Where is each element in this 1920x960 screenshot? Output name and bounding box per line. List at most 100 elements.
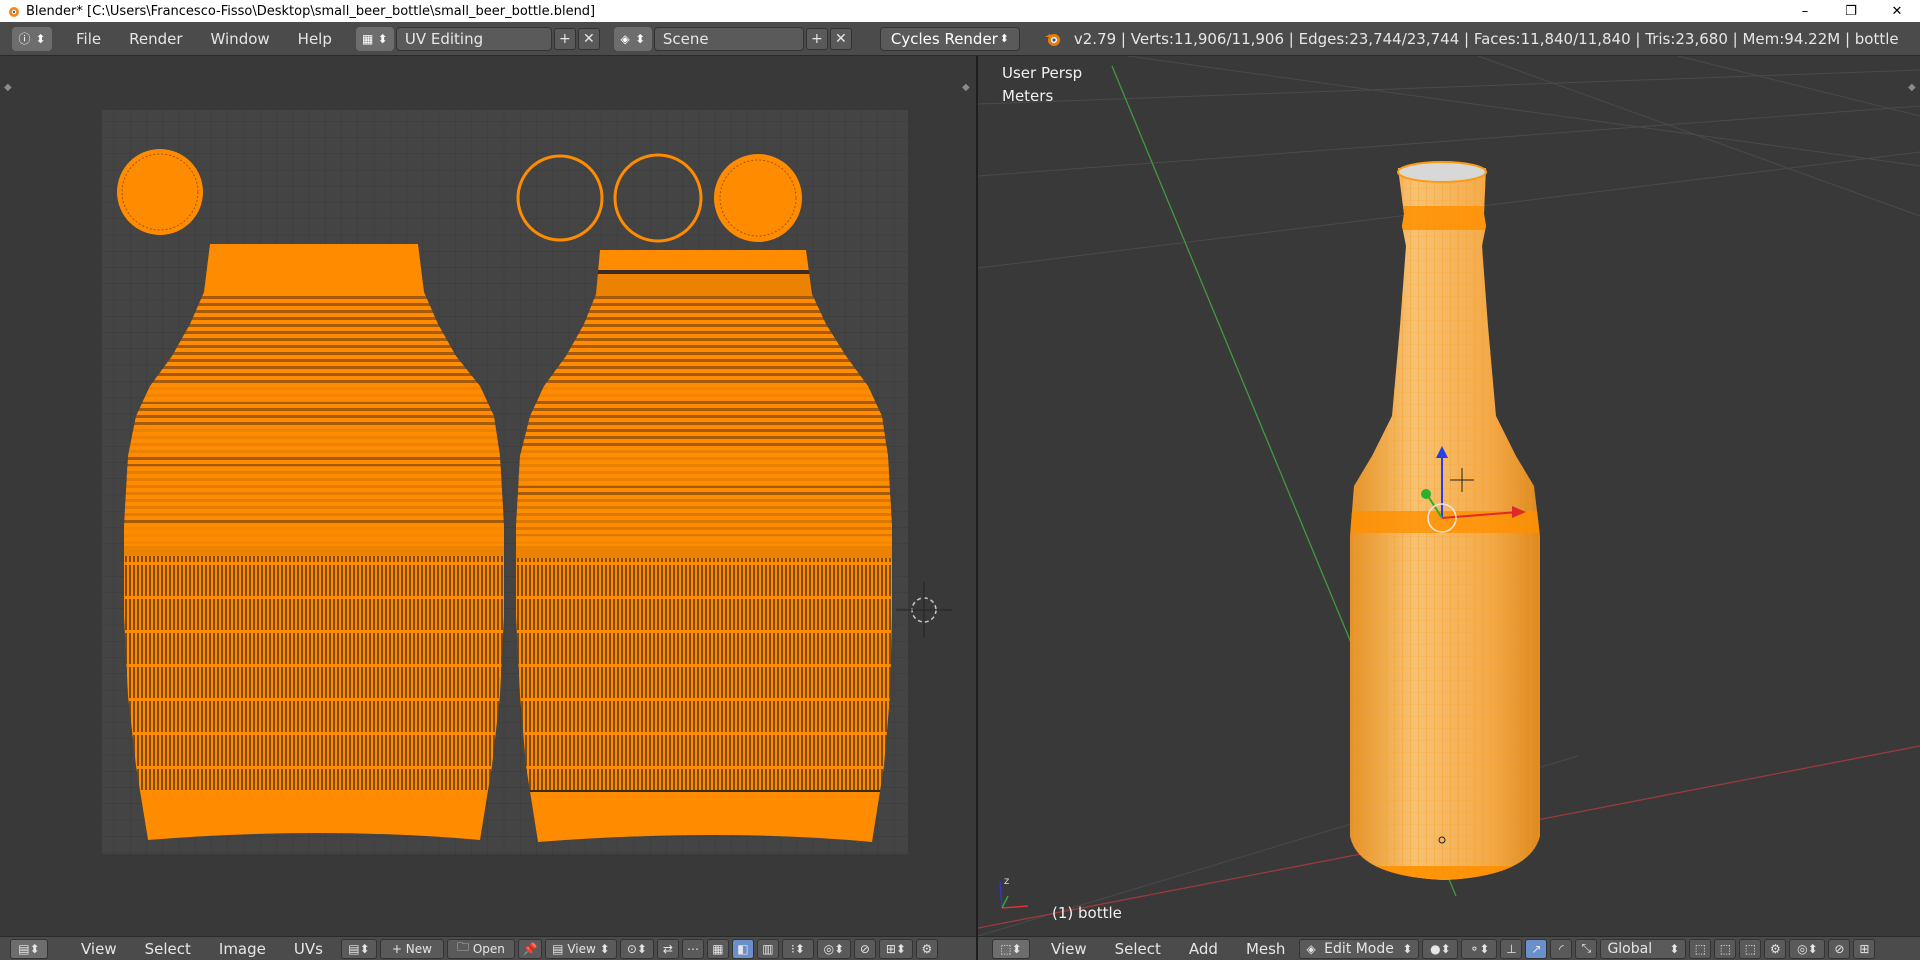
- island-select-icon[interactable]: ▥: [756, 938, 779, 959]
- face-select-mode-icon[interactable]: ⬚: [1739, 938, 1762, 959]
- view-mode-icon: ▤: [552, 941, 568, 956]
- screen-layout-icon: ▦: [362, 31, 374, 46]
- close-icon: ✕: [583, 30, 595, 47]
- uv-menu-select[interactable]: Select: [131, 940, 205, 958]
- info-header: ⓘ ⬍ File Render Window Help ▦ ⬍ UV Editing…: [0, 22, 1920, 56]
- chevron-updown-icon: ⬍: [1402, 941, 1413, 956]
- chevron-updown-icon: ⬍: [35, 31, 46, 46]
- blender-logo-icon: [4, 2, 22, 20]
- view3d-menu-view[interactable]: View: [1037, 940, 1101, 958]
- chevron-updown-icon: ⬍: [635, 31, 646, 46]
- 3d-viewport[interactable]: z ◆ User Persp Meters (1) bottle: [978, 56, 1920, 936]
- minimize-button[interactable]: –: [1782, 0, 1828, 22]
- snap-element-dropdown[interactable]: ⊞⬍: [878, 938, 913, 959]
- rotate-manipulator-icon[interactable]: ◜: [1550, 938, 1573, 959]
- edge-select-icon[interactable]: ▦: [706, 938, 729, 959]
- info-editor-icon: ⓘ: [18, 32, 31, 46]
- scene-field[interactable]: Scene: [653, 26, 804, 51]
- scene-statistics: v2.79 | Verts:11,906/11,906 | Edges:23,7…: [1073, 29, 1899, 48]
- vertex-select-icon[interactable]: ⋯: [681, 938, 704, 959]
- snap-icon[interactable]: ⊘: [853, 938, 876, 959]
- uv-editor-header: ▤ ⬍ View Select Image UVs ▤⬍ + New 🗀 Open…: [0, 936, 976, 960]
- image-view-dropdown[interactable]: ▤ View ⬍: [544, 938, 617, 959]
- edge-select-mode-icon[interactable]: ⬚: [1714, 938, 1737, 959]
- chevron-updown-icon: ⬍: [1669, 941, 1680, 956]
- area-corner-icon[interactable]: ◆: [962, 82, 970, 93]
- add-scene-button[interactable]: +: [805, 27, 828, 50]
- orientation-label: Global: [1607, 940, 1653, 957]
- chevron-updown-icon: ⬍: [999, 32, 1009, 45]
- manipulator-toggle-icon[interactable]: ⊥: [1500, 938, 1523, 959]
- translate-manipulator-icon[interactable]: ↗: [1525, 938, 1548, 959]
- face-select-icon[interactable]: ◧: [731, 938, 754, 959]
- view3d-menu-select[interactable]: Select: [1101, 940, 1175, 958]
- screen-layout-name: UV Editing: [404, 29, 484, 48]
- editor-type-selector[interactable]: ▤ ⬍: [10, 938, 48, 959]
- snap-icon[interactable]: ⊘: [1828, 938, 1851, 959]
- add-screen-button[interactable]: +: [553, 27, 576, 50]
- screen-layout-browse[interactable]: ▦ ⬍: [355, 26, 394, 51]
- pivot-point-dropdown[interactable]: ⚬⬍: [1461, 938, 1498, 959]
- shading-dropdown[interactable]: ●⬍: [1422, 938, 1459, 959]
- scale-manipulator-icon[interactable]: ⤡: [1575, 938, 1598, 959]
- screen-layout-field[interactable]: UV Editing: [395, 26, 552, 51]
- proportional-edit-dropdown[interactable]: ◎⬍: [816, 938, 851, 959]
- chevron-updown-icon: ⬍: [29, 941, 40, 956]
- add-icon: +: [559, 30, 571, 47]
- view3d-menu-add[interactable]: Add: [1175, 940, 1232, 958]
- proportional-edit-dropdown[interactable]: ◎⬍: [1789, 938, 1826, 959]
- mode-label: Edit Mode: [1324, 940, 1394, 957]
- editor-type-selector[interactable]: ⓘ ⬍: [12, 26, 52, 51]
- overlay-icon[interactable]: ⚙: [915, 938, 938, 959]
- area-corner-icon[interactable]: ◆: [4, 82, 12, 93]
- limit-selection-icon[interactable]: ⚙: [1764, 938, 1787, 959]
- uv-island-cap-top[interactable]: [117, 149, 203, 235]
- vertex-select-mode-icon[interactable]: ⬚: [1689, 938, 1712, 959]
- interaction-mode-dropdown[interactable]: ◈ Edit Mode ⬍: [1299, 938, 1420, 959]
- close-window-button[interactable]: ✕: [1874, 0, 1920, 22]
- sync-selection-icon[interactable]: ⇄: [656, 938, 679, 959]
- chevron-updown-icon: ⬍: [595, 941, 610, 956]
- image-browse[interactable]: ▤⬍: [340, 938, 377, 959]
- view3d-menu-mesh[interactable]: Mesh: [1232, 940, 1300, 958]
- area-corner-icon[interactable]: ◆: [1908, 82, 1916, 93]
- pin-icon[interactable]: 📌: [517, 938, 542, 959]
- delete-scene-button[interactable]: ✕: [829, 27, 852, 50]
- render-engine-label: Cycles Render: [890, 29, 998, 48]
- delete-screen-button[interactable]: ✕: [577, 27, 600, 50]
- menu-window[interactable]: Window: [197, 30, 284, 48]
- bottle-mesh[interactable]: [1338, 156, 1558, 896]
- transform-orientation-dropdown[interactable]: Global ⬍: [1600, 938, 1687, 959]
- open-image-button[interactable]: 🗀 Open: [446, 938, 515, 959]
- sticky-select-dropdown[interactable]: ⁝⬍: [781, 938, 814, 959]
- chevron-updown-icon: ⬍: [377, 31, 388, 46]
- window-title: Blender* [C:\Users\Francesco-Fisso\Deskt…: [26, 3, 596, 19]
- chevron-updown-icon: ⬍: [1011, 941, 1022, 956]
- viewport-canvas[interactable]: z ◆: [978, 56, 1920, 936]
- maximize-button[interactable]: ❐: [1828, 0, 1874, 22]
- uv-canvas[interactable]: ◆ ◆: [0, 56, 976, 936]
- add-icon: +: [391, 941, 406, 956]
- pivot-dropdown[interactable]: ⊙⬍: [619, 938, 654, 959]
- menu-file[interactable]: File: [62, 30, 115, 48]
- uv-menu-view[interactable]: View: [67, 940, 131, 958]
- uv-image-editor[interactable]: ◆ ◆: [0, 56, 976, 936]
- render-engine-dropdown[interactable]: Cycles Render ⬍: [879, 26, 1020, 51]
- snap-element-icon[interactable]: ⊞: [1853, 938, 1876, 959]
- blender-logo-icon: [1044, 31, 1062, 47]
- scene-browse[interactable]: ◈ ⬍: [613, 26, 652, 51]
- units-label: Meters: [1002, 87, 1054, 105]
- uv-menu-uvs[interactable]: UVs: [280, 940, 337, 958]
- open-label: Open: [472, 941, 505, 956]
- editor-type-selector[interactable]: ⬚ ⬍: [992, 938, 1030, 959]
- uv-menu-image[interactable]: Image: [205, 940, 280, 958]
- add-icon: +: [811, 30, 823, 47]
- axis-gizmo: z: [999, 876, 1029, 909]
- scene-icon: ◈: [620, 31, 630, 46]
- uv-island-cap-bottom[interactable]: [714, 154, 802, 242]
- menu-render[interactable]: Render: [115, 30, 196, 48]
- image-editor-icon: ▤: [18, 941, 30, 956]
- new-image-button[interactable]: + New: [379, 938, 444, 959]
- menu-help[interactable]: Help: [284, 30, 346, 48]
- scene-name: Scene: [662, 29, 709, 48]
